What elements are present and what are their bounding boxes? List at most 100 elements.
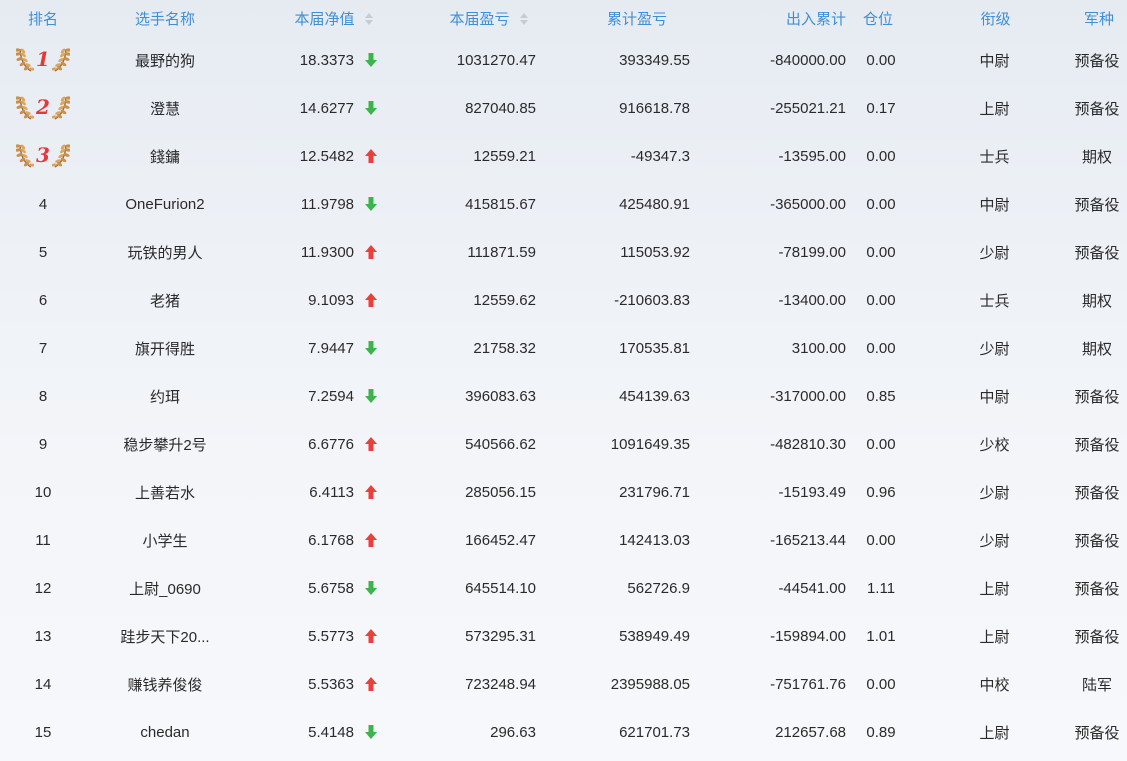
arrow-up-icon [365, 149, 377, 163]
table-row[interactable]: 8 约珥 7.2594 396083.63 454139.63 -317000.… [0, 372, 1127, 420]
table-row[interactable]: 7 旗开得胜 7.9447 21758.32 170535.81 3100.00… [0, 324, 1127, 372]
grade-value: 士兵 [979, 292, 1010, 310]
player-name-label: 跬步天下20... [120, 628, 210, 646]
branch-value: 期权 [1081, 340, 1112, 358]
rank-cell: 5 [0, 228, 86, 276]
cum-pnl-value: 170535.81 [619, 339, 690, 357]
position-value: 0.17 [866, 99, 896, 117]
rank-cell: 13 [0, 612, 86, 660]
cum-pnl-cell: 538949.49 [540, 612, 694, 660]
position-value: 0.00 [866, 51, 896, 69]
position-value: 0.00 [866, 291, 896, 309]
branch-value: 期权 [1081, 148, 1112, 166]
cum-pnl-cell: 170535.81 [540, 324, 694, 372]
player-name[interactable]: 小学生 [86, 516, 244, 564]
header-pnl[interactable]: 本届盈亏 [386, 0, 540, 36]
position-cell: 1.11 [848, 564, 924, 612]
player-name[interactable]: 上善若水 [86, 468, 244, 516]
player-name[interactable]: 跬步天下20... [86, 612, 244, 660]
player-name[interactable]: 旗开得胜 [86, 324, 244, 372]
position-cell: 0.00 [848, 180, 924, 228]
table-row[interactable]: 11 小学生 6.1768 166452.47 142413.03 -16521… [0, 516, 1127, 564]
flow-cell: -78199.00 [694, 228, 848, 276]
grade-cell: 中尉 [924, 180, 1023, 228]
player-name[interactable]: chedan [86, 708, 244, 756]
player-name[interactable]: 最野的狗 [86, 36, 244, 84]
table-row[interactable]: 13 跬步天下20... 5.5773 573295.31 538949.49 … [0, 612, 1127, 660]
header-rank: 排名 [0, 0, 86, 36]
flow-value: -840000.00 [770, 51, 846, 69]
cum-pnl-value: 1091649.35 [610, 435, 690, 453]
cum-pnl-value: 115053.92 [620, 243, 690, 261]
player-name[interactable]: 玩铁的男人 [86, 228, 244, 276]
table-row[interactable]: 6 老猪 9.1093 12559.62 -210603.83 -13400.0… [0, 276, 1127, 324]
medal-number: 3 [36, 142, 50, 167]
grade-cell: 上尉 [924, 612, 1023, 660]
nav-cell: 5.5773 [244, 612, 386, 660]
position-value: 0.00 [866, 339, 896, 357]
grade-cell: 士兵 [924, 276, 1023, 324]
player-name[interactable]: 澄慧 [86, 84, 244, 132]
table-row[interactable]: 15 chedan 5.4148 296.63 621701.73 212657… [0, 708, 1127, 756]
leaderboard-table: 排名 选手名称 本届净值 本届盈亏 累计盈亏 出入累计 仓位 衔级 军种 1 最… [0, 0, 1127, 756]
pnl-value: 540566.62 [465, 435, 536, 453]
arrow-down-icon [365, 389, 377, 403]
table-row[interactable]: 3 錢鏞 12.5482 12559.21 -49347.3 -13595.00… [0, 132, 1127, 180]
pnl-value: 166452.47 [465, 531, 536, 549]
flow-value: -365000.00 [770, 195, 846, 213]
laurel-branch-icon [16, 47, 34, 72]
rank-cell: 15 [0, 708, 86, 756]
table-row[interactable]: 9 稳步攀升2号 6.6776 540566.62 1091649.35 -48… [0, 420, 1127, 468]
player-name-label: 上尉_0690 [129, 580, 201, 598]
player-name[interactable]: 赚钱养俊俊 [86, 660, 244, 708]
rank-number: 5 [38, 243, 48, 261]
rank-cell: 3 [0, 132, 86, 180]
nav-value: 7.2594 [308, 388, 378, 405]
player-name[interactable]: 老猪 [86, 276, 244, 324]
pnl-value: 12559.62 [473, 291, 536, 309]
table-row[interactable]: 12 上尉_0690 5.6758 645514.10 562726.9 -44… [0, 564, 1127, 612]
nav-number: 5.6758 [308, 579, 354, 597]
grade-value: 上尉 [979, 724, 1010, 742]
grade-cell: 少尉 [924, 228, 1023, 276]
nav-value: 6.1768 [308, 532, 378, 549]
header-branch: 军种 [1023, 0, 1127, 36]
branch-value: 陆军 [1081, 676, 1112, 694]
nav-number: 11.9300 [300, 243, 354, 261]
player-name[interactable]: 稳步攀升2号 [86, 420, 244, 468]
player-name[interactable]: 约珥 [86, 372, 244, 420]
nav-cell: 5.6758 [244, 564, 386, 612]
nav-cell: 5.4148 [244, 708, 386, 756]
nav-number: 11.9798 [300, 195, 354, 213]
rank-number: 13 [34, 627, 52, 645]
arrow-up-icon [365, 293, 377, 307]
flow-cell: -15193.49 [694, 468, 848, 516]
position-cell: 0.17 [848, 84, 924, 132]
header-nav[interactable]: 本届净值 [244, 0, 386, 36]
table-row[interactable]: 1 最野的狗 18.3373 1031270.47 393349.55 -840… [0, 36, 1127, 84]
player-name[interactable]: 錢鏞 [86, 132, 244, 180]
rank-cell: 6 [0, 276, 86, 324]
branch-cell: 预备役 [1023, 468, 1127, 516]
cum-pnl-value: 425480.91 [619, 195, 690, 213]
sort-icon[interactable] [519, 12, 529, 25]
pnl-cell: 111871.59 [386, 228, 540, 276]
pnl-value: 415815.67 [465, 195, 536, 213]
branch-value: 预备役 [1074, 628, 1120, 646]
flow-value: -15193.49 [778, 483, 846, 501]
table-row[interactable]: 4 OneFurion2 11.9798 415815.67 425480.91… [0, 180, 1127, 228]
position-cell: 0.00 [848, 132, 924, 180]
player-name[interactable]: 上尉_0690 [86, 564, 244, 612]
sort-icon[interactable] [364, 12, 374, 25]
branch-cell: 期权 [1023, 324, 1127, 372]
table-row[interactable]: 5 玩铁的男人 11.9300 111871.59 115053.92 -781… [0, 228, 1127, 276]
nav-cell: 9.1093 [244, 276, 386, 324]
pnl-cell: 166452.47 [386, 516, 540, 564]
table-row[interactable]: 10 上善若水 6.4113 285056.15 231796.71 -1519… [0, 468, 1127, 516]
nav-cell: 18.3373 [244, 36, 386, 84]
table-row[interactable]: 2 澄慧 14.6277 827040.85 916618.78 -255021… [0, 84, 1127, 132]
table-row[interactable]: 14 赚钱养俊俊 5.5363 723248.94 2395988.05 -75… [0, 660, 1127, 708]
branch-cell: 预备役 [1023, 612, 1127, 660]
player-name[interactable]: OneFurion2 [86, 180, 244, 228]
branch-cell: 预备役 [1023, 372, 1127, 420]
